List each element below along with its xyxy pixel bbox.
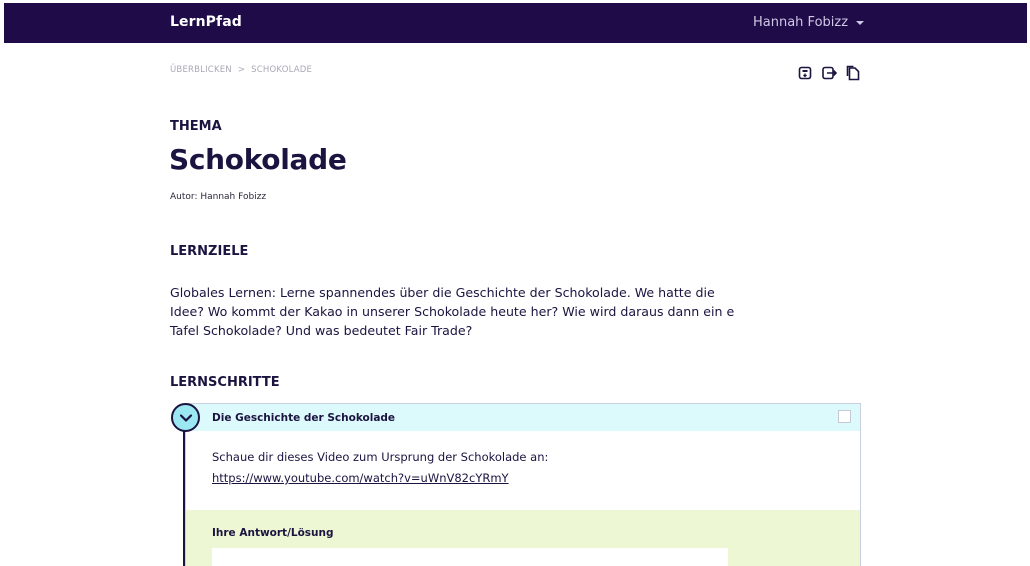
save-button[interactable] — [796, 64, 814, 82]
goals-heading: LERNZIELE — [170, 244, 249, 259]
step-title: Die Geschichte der Schokolade — [212, 411, 396, 424]
copy-button[interactable] — [844, 64, 862, 82]
steps-heading: LERNSCHRITTE — [170, 375, 280, 390]
step-video-link[interactable]: https://www.youtube.com/watch?v=uWnV82cY… — [212, 471, 509, 485]
goals-text: Globales Lernen: Lerne spannendes über d… — [170, 285, 735, 338]
step-collapse-toggle[interactable] — [171, 403, 200, 432]
step-body: Schaue dir dieses Video zum Ursprung der… — [186, 431, 860, 510]
user-menu[interactable]: Hannah Fobizz — [753, 15, 865, 30]
export-button[interactable] — [820, 64, 838, 82]
step-header[interactable]: Die Geschichte der Schokolade — [186, 404, 860, 431]
answer-label: Ihre Antwort/Lösung — [212, 527, 334, 539]
top-navbar: LernPfad Hannah Fobizz — [4, 3, 1027, 43]
topic-eyebrow: THEMA — [170, 119, 222, 134]
breadcrumb-item-current[interactable]: SCHOKOLADE — [251, 65, 312, 75]
page-toolbar — [796, 64, 862, 82]
save-icon — [798, 66, 812, 80]
author-line: Autor: Hannah Fobizz — [170, 192, 267, 202]
export-icon — [821, 66, 837, 80]
step-complete-checkbox[interactable] — [838, 410, 851, 423]
copy-icon — [846, 65, 860, 81]
breadcrumb-item-overview[interactable]: ÜBERBLICKEN — [170, 65, 232, 75]
brand-logo[interactable]: LernPfad — [170, 14, 242, 30]
user-name[interactable]: Hannah Fobizz — [753, 15, 848, 30]
step-instruction: Schaue dir dieses Video zum Ursprung der… — [212, 450, 549, 464]
breadcrumb: ÜBERBLICKEN > SCHOKOLADE — [170, 65, 312, 75]
chevron-down-icon — [179, 413, 192, 422]
breadcrumb-separator: > — [237, 65, 246, 75]
step-card: Die Geschichte der Schokolade Schaue dir… — [185, 403, 861, 566]
chevron-down-icon[interactable] — [856, 20, 865, 25]
page-title: Schokolade — [169, 143, 347, 176]
answer-section: Ihre Antwort/Lösung — [186, 510, 860, 566]
answer-input[interactable] — [212, 548, 728, 566]
